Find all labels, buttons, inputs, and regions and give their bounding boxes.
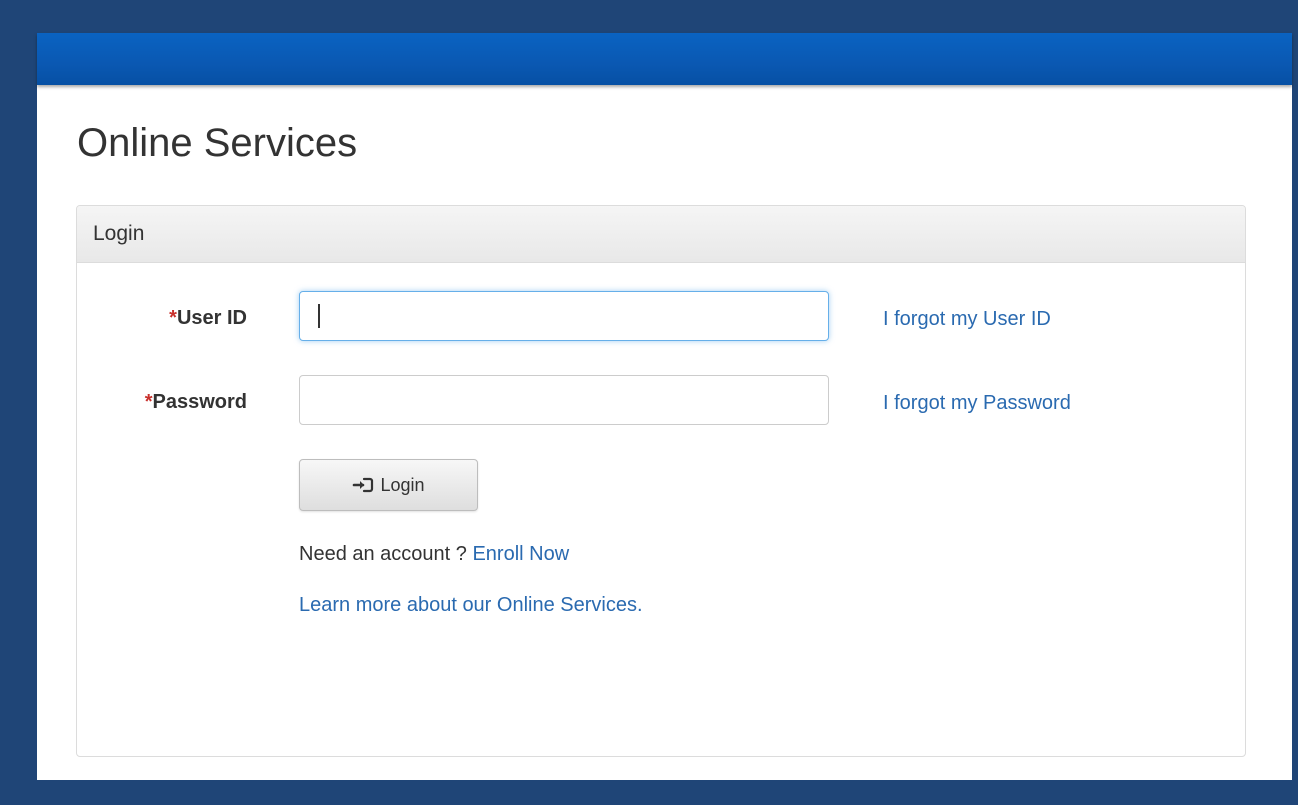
login-panel-title: Login (93, 222, 145, 245)
page-title: Online Services (77, 121, 358, 165)
enroll-prompt: Need an account ? Enroll Now (299, 543, 569, 566)
learn-more-link[interactable]: Learn more about our Online Services. (299, 594, 643, 617)
login-button-label: Login (380, 474, 425, 495)
forgot-user-id-link[interactable]: I forgot my User ID (883, 308, 1051, 331)
login-button[interactable]: Login (299, 459, 478, 511)
forgot-password-link[interactable]: I forgot my Password (883, 392, 1071, 415)
password-input[interactable] (299, 375, 829, 425)
user-id-input[interactable] (299, 291, 829, 341)
login-panel: Login *User ID I forgot my User ID *Pass… (76, 205, 1246, 757)
login-icon (352, 476, 374, 494)
user-id-label-text: User ID (176, 307, 247, 329)
user-id-label: *User ID (87, 307, 247, 330)
text-caret (318, 304, 320, 328)
required-marker: * (144, 391, 153, 413)
enroll-now-link[interactable]: Enroll Now (472, 543, 569, 565)
required-marker: * (169, 307, 177, 329)
enroll-prompt-text: Need an account ? (299, 543, 473, 565)
top-banner (37, 33, 1292, 85)
password-label-text: Password (152, 391, 247, 413)
page-frame: Online Services Login *User ID I forgot … (37, 33, 1292, 780)
login-panel-heading: Login (77, 206, 1245, 263)
password-label: *Password (87, 391, 247, 414)
